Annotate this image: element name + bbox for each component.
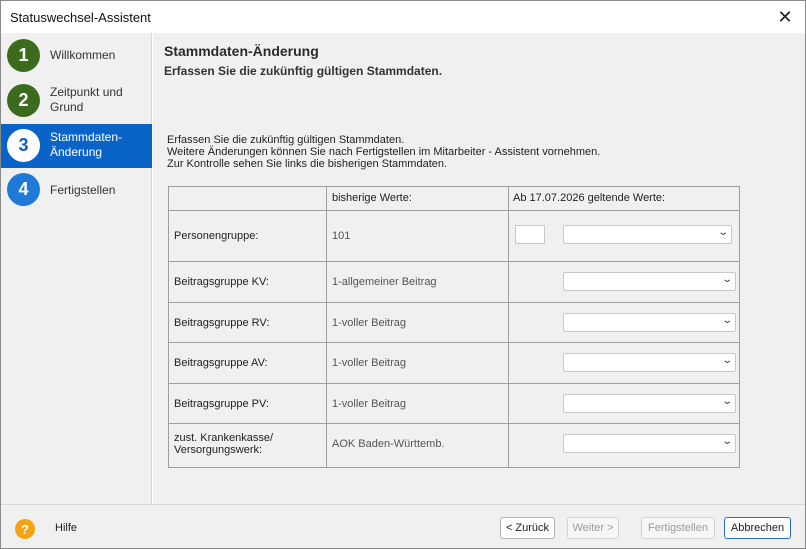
window-title: Statuswechsel-Assistent <box>10 10 151 25</box>
step-label: Zeitpunkt und Grund <box>50 85 123 114</box>
previous-krankenkasse: AOK Baden-Württemb. <box>332 438 445 450</box>
chevron-down-icon: ⌄ <box>720 274 733 285</box>
column-header-previous: bisherige Werte: <box>332 192 412 204</box>
row-label-rv: Beitragsgruppe RV: <box>174 317 270 329</box>
chevron-down-icon: ⌄ <box>720 436 733 447</box>
stammdaten-table: bisherige Werte: Ab 17.07.2026 geltende … <box>168 186 740 468</box>
step-zeitpunkt[interactable]: 2 Zeitpunkt und Grund <box>1 77 152 121</box>
row-label-line: Versorgungswerk: <box>174 444 263 456</box>
step-number-2: 2 <box>7 84 40 117</box>
intro-line: Zur Kontrolle sehen Sie links die bisher… <box>167 158 448 170</box>
chevron-down-icon: ⌄ <box>720 396 733 407</box>
title-bar: Statuswechsel-Assistent ✕ <box>1 1 805 33</box>
next-button[interactable]: Weiter > <box>567 517 619 539</box>
previous-rv: 1-voller Beitrag <box>332 317 406 329</box>
step-fertigstellen[interactable]: 4 Fertigstellen <box>1 171 152 207</box>
back-button[interactable]: < Zurück <box>500 517 555 539</box>
previous-av: 1-voller Beitrag <box>332 357 406 369</box>
page-subtitle: Erfassen Sie die zukünftig gültigen Stam… <box>164 64 443 78</box>
steps-sidebar: 1 Willkommen 2 Zeitpunkt und Grund 3 Sta… <box>1 33 152 504</box>
content-area: Stammdaten-Änderung Erfassen Sie die zuk… <box>153 33 805 504</box>
chevron-down-icon: ⌄ <box>720 315 733 326</box>
step-number-1: 1 <box>7 39 40 72</box>
chevron-down-icon: ⌄ <box>716 227 729 238</box>
step-willkommen[interactable]: 1 Willkommen <box>1 33 152 77</box>
chevron-down-icon: ⌄ <box>720 355 733 366</box>
cancel-button[interactable]: Abbrechen <box>724 517 791 539</box>
step-label: Stammdaten-Änderung <box>50 130 123 159</box>
help-icon[interactable]: ? <box>15 519 35 539</box>
finish-button[interactable]: Fertigstellen <box>641 517 715 539</box>
step-label: Fertigstellen <box>50 183 116 197</box>
page-title: Stammdaten-Änderung <box>164 43 319 59</box>
row-label-pv: Beitragsgruppe PV: <box>174 398 269 410</box>
row-label-personengruppe: Personengruppe: <box>174 230 259 242</box>
close-icon[interactable]: ✕ <box>765 1 805 33</box>
intro-line: Weitere Änderungen können Sie nach Ferti… <box>167 146 601 158</box>
step-stammdaten[interactable]: 3 Stammdaten-Änderung <box>1 124 152 168</box>
personengruppe-code-input[interactable] <box>515 225 545 244</box>
row-label-kv: Beitragsgruppe KV: <box>174 276 269 288</box>
intro-line: Erfassen Sie die zukünftig gültigen Stam… <box>167 134 405 146</box>
previous-kv: 1-allgemeiner Beitrag <box>332 276 437 288</box>
row-label-line: zust. Krankenkasse/ <box>174 432 274 444</box>
help-link[interactable]: Hilfe <box>55 522 77 534</box>
beitragsgruppe-pv-select[interactable]: ⌄ <box>563 394 736 413</box>
step-number-4: 4 <box>7 173 40 206</box>
wizard-window: Statuswechsel-Assistent ✕ 1 Willkommen 2… <box>0 0 806 549</box>
previous-personengruppe: 101 <box>332 230 351 242</box>
personengruppe-select[interactable]: ⌄ <box>563 225 732 244</box>
beitragsgruppe-kv-select[interactable]: ⌄ <box>563 272 736 291</box>
column-header-new: Ab 17.07.2026 geltende Werte: <box>513 192 666 204</box>
beitragsgruppe-rv-select[interactable]: ⌄ <box>563 313 736 332</box>
row-label-krankenkasse: zust. Krankenkasse/ Versorgungswerk: <box>174 432 273 456</box>
krankenkasse-select[interactable]: ⌄ <box>563 434 736 453</box>
step-label: Willkommen <box>50 48 116 62</box>
beitragsgruppe-av-select[interactable]: ⌄ <box>563 353 736 372</box>
previous-pv: 1-voller Beitrag <box>332 398 406 410</box>
footer-bar: ? Hilfe < Zurück Weiter > Fertigstellen … <box>1 504 805 548</box>
step-number-3: 3 <box>7 129 40 162</box>
row-label-av: Beitragsgruppe AV: <box>174 357 268 369</box>
intro-text: Erfassen Sie die zukünftig gültigen Stam… <box>167 134 600 170</box>
